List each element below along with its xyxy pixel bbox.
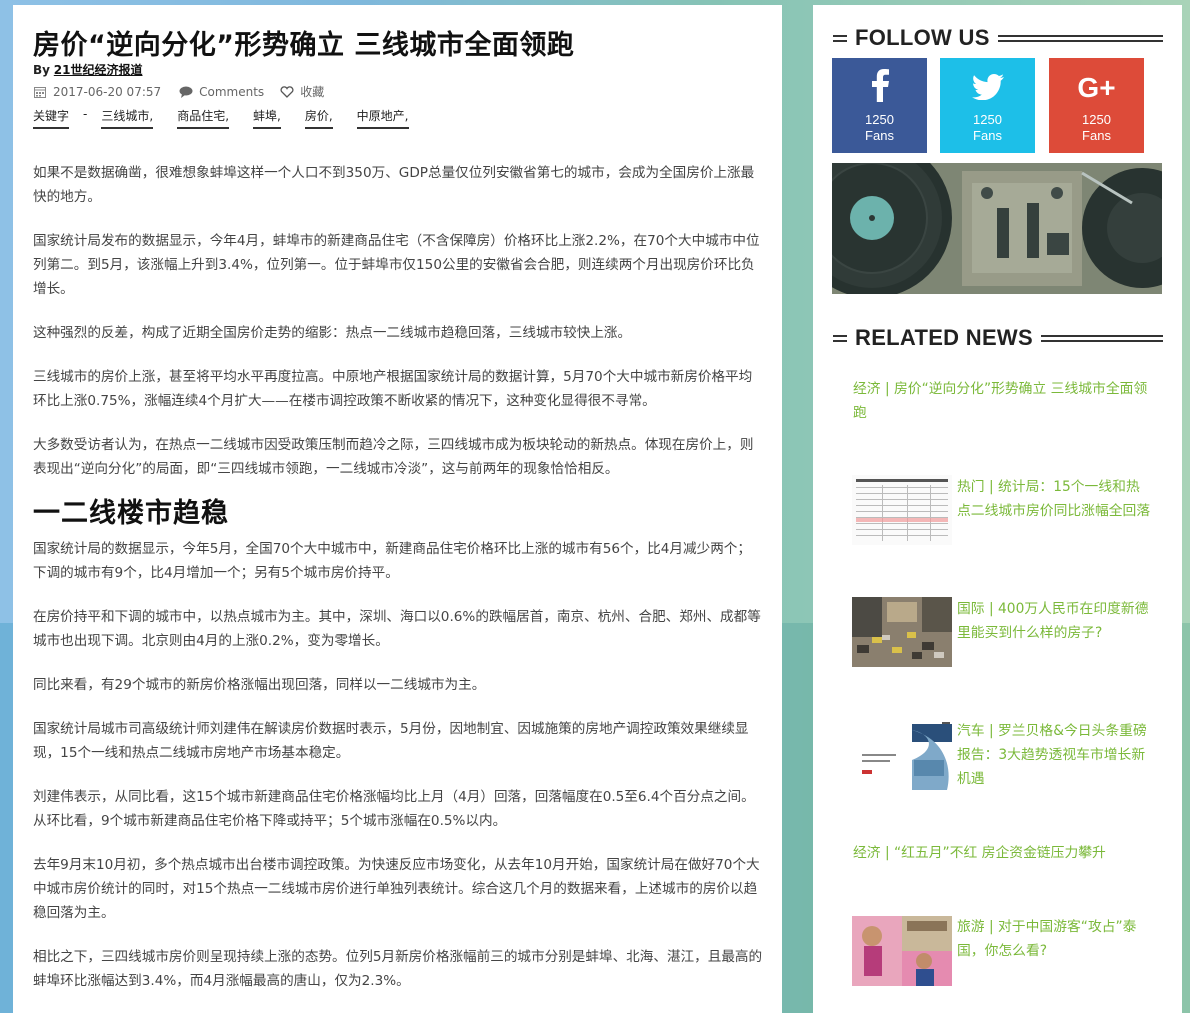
tag-item[interactable]: 房价, xyxy=(304,107,333,129)
article-panel: 房价“逆向分化”形势确立 三线城市全面领跑 By 21世纪经济报道 2017-0… xyxy=(13,5,782,1013)
author-link[interactable]: 21世纪经济报道 xyxy=(54,63,143,77)
tag-item: 关键字 xyxy=(33,107,70,129)
by-label: By xyxy=(33,63,50,77)
twitter-button[interactable]: 1250 Fans xyxy=(940,58,1035,153)
follow-us-header: FOLLOW US xyxy=(833,25,1163,51)
favorite-link[interactable]: 收藏 xyxy=(300,83,324,100)
article-paragraph: 这种强烈的反差，构成了近期全国房价走势的缩影：热点一二线城市趋稳回落，三线城市较… xyxy=(33,325,632,341)
twitter-count: 1250 xyxy=(973,112,1002,127)
related-news-link[interactable]: 旅游 | 对于中国游客“攻占”泰国，你怎么看? xyxy=(957,915,1153,963)
related-news-link[interactable]: 经济 | “红五月”不红 房企资金链压力攀升 xyxy=(853,841,1153,865)
article-body: 如果不是数据确凿，很难想象蚌埠这样一个人口不到350万、GDP总量仅位列安徽省第… xyxy=(33,161,763,1013)
article-paragraph: 如果不是数据确凿，很难想象蚌埠这样一个人口不到350万、GDP总量仅位列安徽省第… xyxy=(33,165,755,205)
facebook-fans-label: Fans xyxy=(865,128,894,143)
related-news-link[interactable]: 热门 | 统计局：15个一线和热点二线城市房价同比涨幅全回落 xyxy=(957,475,1153,523)
google-plus-fans-label: Fans xyxy=(1082,128,1111,143)
article-paragraph: 刘建伟表示，从同比看，这15个城市新建商品住宅价格涨幅均比上月（4月）回落，回落… xyxy=(33,789,755,829)
news-thumbnail-table[interactable] xyxy=(852,475,952,545)
header-rule xyxy=(1040,334,1163,342)
article-paragraph: 相比之下，三四线城市房价则呈现持续上涨的态势。位列5月新房价格涨幅前三的城市分别… xyxy=(33,949,763,989)
related-news-link[interactable]: 汽车 | 罗兰贝格&今日头条重磅报告：3大趋势透视车市增长新机遇 xyxy=(957,719,1153,791)
turntable-banner-image[interactable] xyxy=(832,163,1162,294)
facebook-icon xyxy=(832,68,927,111)
facebook-button[interactable]: 1250 Fans xyxy=(832,58,927,153)
meta-row: 2017-06-20 07:57 Comments 收藏 xyxy=(33,83,324,100)
article-paragraph: 国家统计局发布的数据显示，今年4月，蚌埠市的新建商品住宅（不含保障房）价格环比上… xyxy=(33,233,760,297)
article-paragraph: 在房价持平和下调的城市中，以热点城市为主。其中，深圳、海口以0.6%的跌幅居首，… xyxy=(33,609,761,649)
article-paragraph: 去年9月末10月初，多个热点城市出台楼市调控政策。为快速反应市场变化，从去年10… xyxy=(33,857,760,921)
google-plus-count: 1250 xyxy=(1082,112,1111,127)
header-rule xyxy=(997,34,1163,42)
header-rule xyxy=(833,34,847,42)
twitter-fans-label: Fans xyxy=(973,128,1002,143)
tag-list: 关键字 - 三线城市, 商品住宅, 蚌埠, 房价, 中原地产, xyxy=(33,107,433,129)
calendar-icon xyxy=(33,85,47,99)
tag-item[interactable]: 蚌埠, xyxy=(253,107,281,129)
google-plus-icon: G+ xyxy=(1077,72,1116,103)
tag-item[interactable]: 三线城市, xyxy=(101,107,154,129)
post-date: 2017-06-20 07:57 xyxy=(53,84,162,99)
article-paragraph: 国家统计局城市司高级统计师刘建伟在解读房价数据时表示，5月份，因地制宜、因城施策… xyxy=(33,721,749,761)
byline: By 21世纪经济报道 xyxy=(33,61,143,78)
google-plus-button[interactable]: G+ 1250 Fans xyxy=(1049,58,1144,153)
facebook-count: 1250 xyxy=(865,112,894,127)
article-title: 房价“逆向分化”形势确立 三线城市全面领跑 xyxy=(33,30,575,61)
article-paragraph: 大多数受访者认为，在热点一二线城市因受政策压制而趋冷之际，三四线城市成为板块轮动… xyxy=(33,437,754,477)
related-news-link[interactable]: 国际 | 400万人民币在印度新德里能买到什么样的房子? xyxy=(957,597,1153,645)
follow-us-title: FOLLOW US xyxy=(855,25,990,50)
tag-item[interactable]: 中原地产, xyxy=(356,107,409,129)
comments-link[interactable]: Comments xyxy=(199,85,264,99)
header-rule xyxy=(833,334,847,342)
tag-separator: - xyxy=(83,107,88,121)
related-news-link[interactable]: 经济 | 房价“逆向分化”形势确立 三线城市全面领跑 xyxy=(853,377,1153,425)
article-paragraph: 国家统计局的数据显示，今年5月，全国70个大中城市中，新建商品住宅价格环比上涨的… xyxy=(33,541,751,581)
article-paragraph: 同比来看，有29个城市的新房价格涨幅出现回落，同样以一二线城市为主。 xyxy=(33,677,486,693)
news-thumbnail-tourists[interactable] xyxy=(852,916,952,986)
comment-icon[interactable] xyxy=(179,85,193,99)
heart-icon[interactable] xyxy=(280,85,294,99)
related-news-title: RELATED NEWS xyxy=(855,325,1033,350)
news-thumbnail-report[interactable] xyxy=(852,720,952,790)
article-subheading: 一二线楼市趋稳 xyxy=(33,498,229,529)
article-paragraph: 三线城市的房价上涨，甚至将平均水平再度拉高。中原地产根据国家统计局的数据计算，5… xyxy=(33,369,753,409)
twitter-icon xyxy=(940,68,1035,109)
sidebar: FOLLOW US 1250 Fans 1250 Fans G+ 1250 Fa… xyxy=(813,5,1182,1013)
tag-item[interactable]: 商品住宅, xyxy=(177,107,230,129)
related-news-header: RELATED NEWS xyxy=(833,325,1163,351)
news-thumbnail-street[interactable] xyxy=(852,597,952,667)
